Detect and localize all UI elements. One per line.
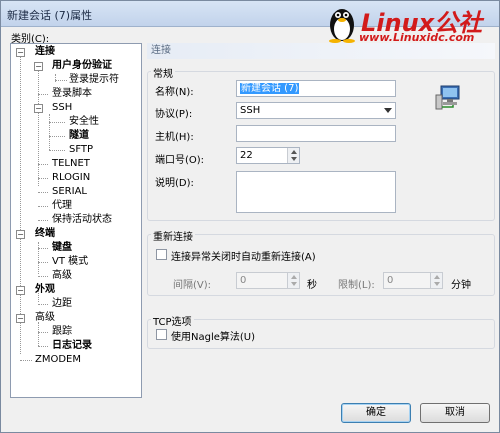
limit-unit: 分钟 [451, 280, 471, 291]
tree-item-terminal[interactable]: 终端 [35, 227, 55, 241]
properties-dialog: 新建会话 (7)属性 Linux公社 www.Linuxidc.com 类别(C… [0, 0, 500, 433]
tree-item-margins[interactable]: 边距 [52, 297, 72, 311]
limit-spinner[interactable] [430, 273, 442, 288]
network-computer-icon [435, 85, 460, 110]
protocol-label: 协议(P): [155, 109, 193, 120]
tcp-group-title: TCP选项 [151, 313, 194, 328]
name-input[interactable]: 新建会话 (7) [236, 80, 396, 97]
description-input[interactable] [236, 171, 396, 213]
tree-item-proxy[interactable]: 代理 [52, 199, 72, 213]
tree-item-security[interactable]: 安全性 [69, 115, 99, 129]
tree-item-login-script[interactable]: 登录脚本 [52, 87, 92, 101]
expander-advanced[interactable]: − [16, 314, 25, 323]
tree-item-sftp[interactable]: SFTP [69, 143, 93, 157]
auto-reconnect-label: 连接异常关闭时自动重新连接(A) [171, 252, 316, 263]
tree-item-serial[interactable]: SERIAL [52, 185, 87, 199]
interval-unit: 秒 [307, 280, 317, 291]
tree-item-trace[interactable]: 跟踪 [52, 325, 72, 339]
tree-item-rlogin[interactable]: RLOGIN [52, 171, 90, 185]
protocol-value: SSH [240, 105, 261, 116]
tree-item-connection[interactable]: 连接 [35, 45, 55, 59]
section-header: 连接 [147, 43, 495, 59]
tree-item-vt-mode[interactable]: VT 模式 [52, 255, 88, 269]
penguin-icon [329, 9, 355, 43]
tree-item-terminal-advanced[interactable]: 高级 [52, 269, 72, 283]
cancel-button[interactable]: 取消 [420, 403, 490, 423]
tree-item-telnet[interactable]: TELNET [52, 157, 90, 171]
tree-item-zmodem[interactable]: ZMODEM [35, 353, 81, 367]
tree-item-keepalive[interactable]: 保持活动状态 [52, 213, 112, 227]
name-label: 名称(N): [155, 87, 194, 98]
limit-value: 0 [387, 275, 394, 286]
expander-terminal[interactable]: − [16, 230, 25, 239]
expander-connection[interactable]: − [16, 48, 25, 57]
expander-ssh[interactable]: − [34, 104, 43, 113]
description-label: 说明(D): [155, 178, 194, 189]
expander-appearance[interactable]: − [16, 286, 25, 295]
window-title: 新建会话 (7)属性 [7, 9, 93, 22]
port-label: 端口号(O): [155, 155, 205, 166]
host-input[interactable] [236, 125, 396, 142]
linuxidc-logo: Linux公社 www.Linuxidc.com [321, 1, 497, 47]
tree-item-appearance[interactable]: 外观 [35, 283, 55, 297]
chevron-down-icon [384, 108, 392, 113]
host-label: 主机(H): [155, 132, 194, 143]
auto-reconnect-checkbox[interactable] [156, 249, 167, 260]
port-input[interactable]: 22 [236, 147, 300, 164]
nagle-label: 使用Nagle算法(U) [171, 332, 256, 343]
protocol-select[interactable]: SSH [236, 102, 396, 119]
name-value: 新建会话 (7) [240, 83, 300, 94]
limit-label: 限制(L): [338, 280, 375, 291]
interval-input[interactable]: 0 [236, 272, 300, 289]
tree-item-auth[interactable]: 用户身份验证 [52, 59, 112, 73]
general-group-title: 常规 [151, 65, 175, 80]
reconnect-group-title: 重新连接 [151, 228, 195, 243]
tree-item-logging[interactable]: 日志记录 [52, 339, 92, 353]
tree-item-login-prompt[interactable]: 登录提示符 [69, 73, 119, 87]
limit-input[interactable]: 0 [383, 272, 443, 289]
tree-item-keyboard[interactable]: 键盘 [52, 241, 72, 255]
nagle-checkbox[interactable] [156, 329, 167, 340]
port-spinner[interactable] [287, 148, 299, 163]
interval-label: 间隔(V): [173, 280, 212, 291]
ok-button[interactable]: 确定 [341, 403, 411, 423]
category-tree[interactable]: − 连接 − 用户身份验证 登录提示符 登录脚本 − SSH 安全性 隧道 SF… [10, 43, 142, 398]
tree-item-tunnel[interactable]: 隧道 [69, 129, 89, 143]
tree-item-ssh[interactable]: SSH [52, 101, 72, 115]
interval-value: 0 [240, 275, 247, 286]
tree-item-advanced[interactable]: 高级 [35, 311, 55, 325]
expander-auth[interactable]: − [34, 62, 43, 71]
interval-spinner[interactable] [287, 273, 299, 288]
port-value: 22 [240, 150, 253, 161]
